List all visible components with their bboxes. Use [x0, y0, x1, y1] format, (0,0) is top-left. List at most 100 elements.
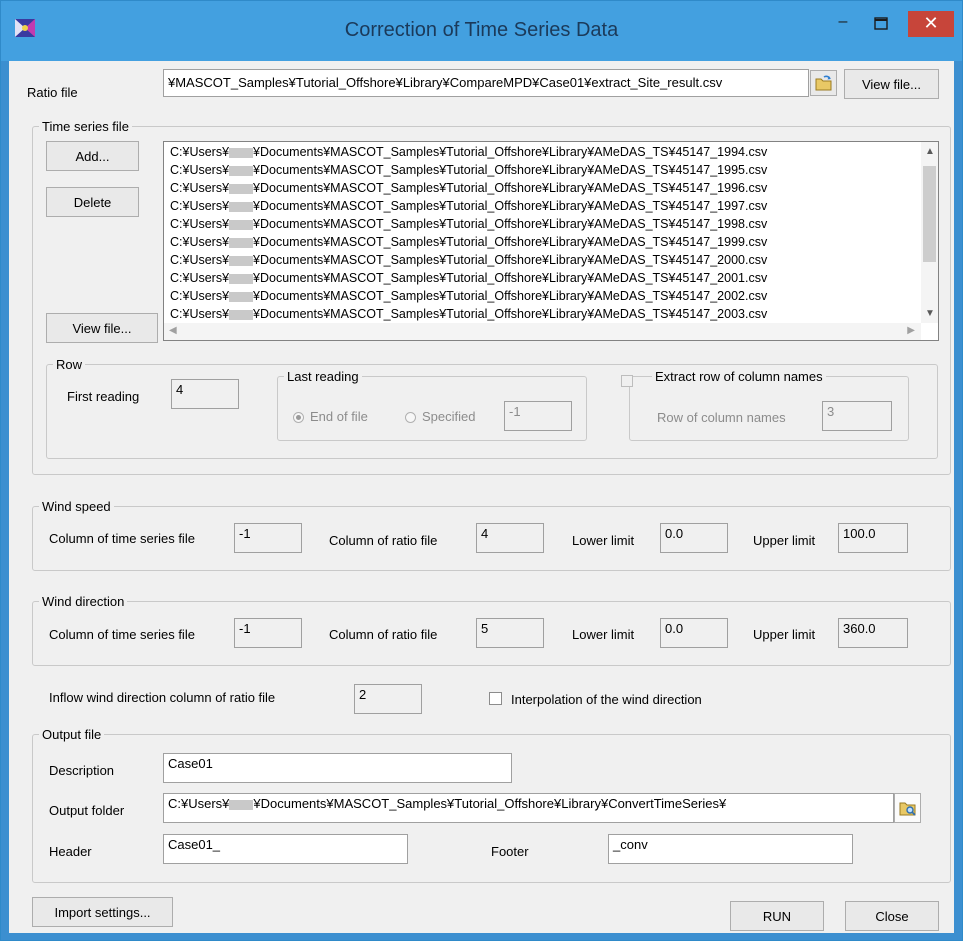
redacted-username: [229, 147, 254, 158]
row-of-column-names-label: Row of column names: [657, 410, 786, 425]
inflow-input[interactable]: 2: [354, 684, 422, 714]
dialog-client: Ratio file ¥MASCOT_Samples¥Tutorial_Offs…: [9, 61, 954, 933]
redacted-username: [229, 237, 254, 248]
specified-input[interactable]: -1: [504, 401, 572, 431]
view-ratio-file-button[interactable]: View file...: [844, 69, 939, 99]
file-name: 45147_2000.csv: [675, 253, 768, 267]
window-title: Correction of Time Series Data: [344, 19, 619, 41]
import-settings-button[interactable]: Import settings...: [32, 897, 173, 927]
path-prefix: C:¥Users¥: [170, 253, 230, 267]
wind-direction-legend: Wind direction: [42, 594, 125, 609]
header-input[interactable]: Case01_: [163, 834, 408, 864]
path-suffix: ¥Documents¥MASCOT_Samples¥Tutorial_Offsh…: [253, 235, 676, 249]
ws-lower-label: Lower limit: [572, 533, 635, 548]
maximize-icon: [874, 17, 888, 30]
ws-col-ts-label: Column of time series file: [49, 531, 195, 546]
file-name: 45147_1997.csv: [675, 199, 768, 213]
vertical-scrollbar[interactable]: ▲ ▼: [921, 142, 938, 323]
path-prefix: C:¥Users¥: [170, 199, 230, 213]
row-of-column-names-input[interactable]: 3: [822, 401, 892, 431]
path-suffix: ¥Documents¥MASCOT_Samples¥Tutorial_Offsh…: [253, 145, 676, 159]
ratio-file-label: Ratio file: [27, 85, 78, 100]
wd-upper-input[interactable]: 360.0: [838, 618, 908, 648]
path-suffix: ¥Documents¥MASCOT_Samples¥Tutorial_Offsh…: [253, 181, 676, 195]
title-bar[interactable]: Correction of Time Series Data – ✕: [1, 1, 962, 61]
maximize-button[interactable]: [864, 11, 898, 37]
ws-col-ratio-label: Column of ratio file: [329, 533, 438, 548]
list-item[interactable]: C:¥Users¥ ¥Documents¥MASCOT_Samples¥Tutor…: [170, 288, 767, 304]
close-button[interactable]: Close: [845, 901, 939, 931]
redacted-username: [229, 309, 254, 320]
add-button[interactable]: Add...: [46, 141, 139, 171]
list-item[interactable]: C:¥Users¥ ¥Documents¥MASCOT_Samples¥Tutor…: [170, 306, 767, 322]
list-item[interactable]: C:¥Users¥ ¥Documents¥MASCOT_Samples¥Tutor…: [170, 180, 767, 196]
list-item[interactable]: C:¥Users¥ ¥Documents¥MASCOT_Samples¥Tutor…: [170, 252, 767, 268]
close-window-button[interactable]: ✕: [908, 11, 954, 37]
path-prefix: C:¥Users¥: [170, 217, 230, 231]
scroll-thumb[interactable]: [923, 166, 936, 262]
view-time-series-button[interactable]: View file...: [46, 313, 158, 343]
redacted-username: [229, 273, 254, 284]
scroll-right-icon[interactable]: ▶: [907, 325, 915, 336]
redacted-username: [229, 219, 254, 230]
app-window: Correction of Time Series Data – ✕ Ratio…: [0, 0, 963, 941]
interpolation-checkbox[interactable]: [489, 692, 502, 705]
ws-col-ratio-input[interactable]: 4: [476, 523, 544, 553]
redacted-username: [229, 799, 254, 810]
path-suffix: ¥Documents¥MASCOT_Samples¥Tutorial_Offsh…: [253, 217, 676, 231]
wd-col-ratio-input[interactable]: 5: [476, 618, 544, 648]
redacted-username: [229, 201, 254, 212]
path-suffix: ¥Documents¥MASCOT_Samples¥Tutorial_Offsh…: [253, 253, 676, 267]
list-item[interactable]: C:¥Users¥ ¥Documents¥MASCOT_Samples¥Tutor…: [170, 234, 767, 250]
wind-speed-legend: Wind speed: [42, 499, 111, 514]
path-prefix: C:¥Users¥: [170, 289, 230, 303]
wd-col-ts-input[interactable]: -1: [234, 618, 302, 648]
horizontal-scrollbar[interactable]: ◀ ▶: [164, 323, 921, 340]
ws-upper-input[interactable]: 100.0: [838, 523, 908, 553]
extract-column-names-checkbox[interactable]: [621, 375, 633, 387]
time-series-listbox[interactable]: C:¥Users¥ ¥Documents¥MASCOT_Samples¥Tutor…: [163, 141, 939, 341]
path-prefix: C:¥Users¥: [170, 163, 230, 177]
delete-button[interactable]: Delete: [46, 187, 139, 217]
wd-lower-label: Lower limit: [572, 627, 635, 642]
wd-upper-label: Upper limit: [753, 627, 816, 642]
description-input[interactable]: Case01: [163, 753, 512, 783]
redacted-username: [229, 183, 254, 194]
file-name: 45147_2002.csv: [675, 289, 768, 303]
first-reading-input[interactable]: 4: [171, 379, 239, 409]
file-name: 45147_1998.csv: [675, 217, 768, 231]
open-file-icon: [815, 75, 831, 91]
list-item[interactable]: C:¥Users¥ ¥Documents¥MASCOT_Samples¥Tutor…: [170, 216, 767, 232]
browse-folder-button[interactable]: [894, 793, 921, 823]
end-of-file-radio[interactable]: [293, 412, 304, 423]
wd-lower-input[interactable]: 0.0: [660, 618, 728, 648]
ws-col-ts-input[interactable]: -1: [234, 523, 302, 553]
inflow-label: Inflow wind direction column of ratio fi…: [49, 690, 276, 705]
end-of-file-label: End of file: [310, 409, 368, 424]
list-item[interactable]: C:¥Users¥ ¥Documents¥MASCOT_Samples¥Tutor…: [170, 144, 767, 160]
list-item[interactable]: C:¥Users¥ ¥Documents¥MASCOT_Samples¥Tutor…: [170, 270, 767, 286]
footer-input[interactable]: _conv: [608, 834, 853, 864]
file-name: 45147_1994.csv: [675, 145, 768, 159]
file-name: 45147_1999.csv: [675, 235, 768, 249]
list-item[interactable]: C:¥Users¥ ¥Documents¥MASCOT_Samples¥Tutor…: [170, 198, 767, 214]
output-folder-input[interactable]: C:¥Users¥ ¥Documents¥MASCOT_Samples¥Tutor…: [163, 793, 894, 823]
specified-radio[interactable]: [405, 412, 416, 423]
scroll-left-icon[interactable]: ◀: [169, 325, 177, 336]
extract-column-names-legend: Extract row of column names: [655, 369, 823, 384]
browse-ratio-button[interactable]: [810, 70, 837, 96]
wd-col-ts-label: Column of time series file: [49, 627, 195, 642]
list-item[interactable]: C:¥Users¥ ¥Documents¥MASCOT_Samples¥Tutor…: [170, 162, 767, 178]
path-suffix: ¥Documents¥MASCOT_Samples¥Tutorial_Offsh…: [253, 289, 676, 303]
run-button[interactable]: RUN: [730, 901, 824, 931]
interpolation-label: Interpolation of the wind direction: [511, 692, 702, 707]
scroll-down-icon[interactable]: ▼: [925, 308, 935, 319]
first-reading-label: First reading: [67, 389, 140, 404]
ratio-file-input[interactable]: ¥MASCOT_Samples¥Tutorial_Offshore¥Librar…: [163, 69, 809, 97]
row-legend: Row: [56, 357, 83, 372]
folder-search-icon: [899, 802, 916, 816]
minimize-button[interactable]: –: [826, 11, 860, 37]
scroll-up-icon[interactable]: ▲: [925, 146, 935, 157]
footer-label: Footer: [491, 844, 529, 859]
ws-lower-input[interactable]: 0.0: [660, 523, 728, 553]
